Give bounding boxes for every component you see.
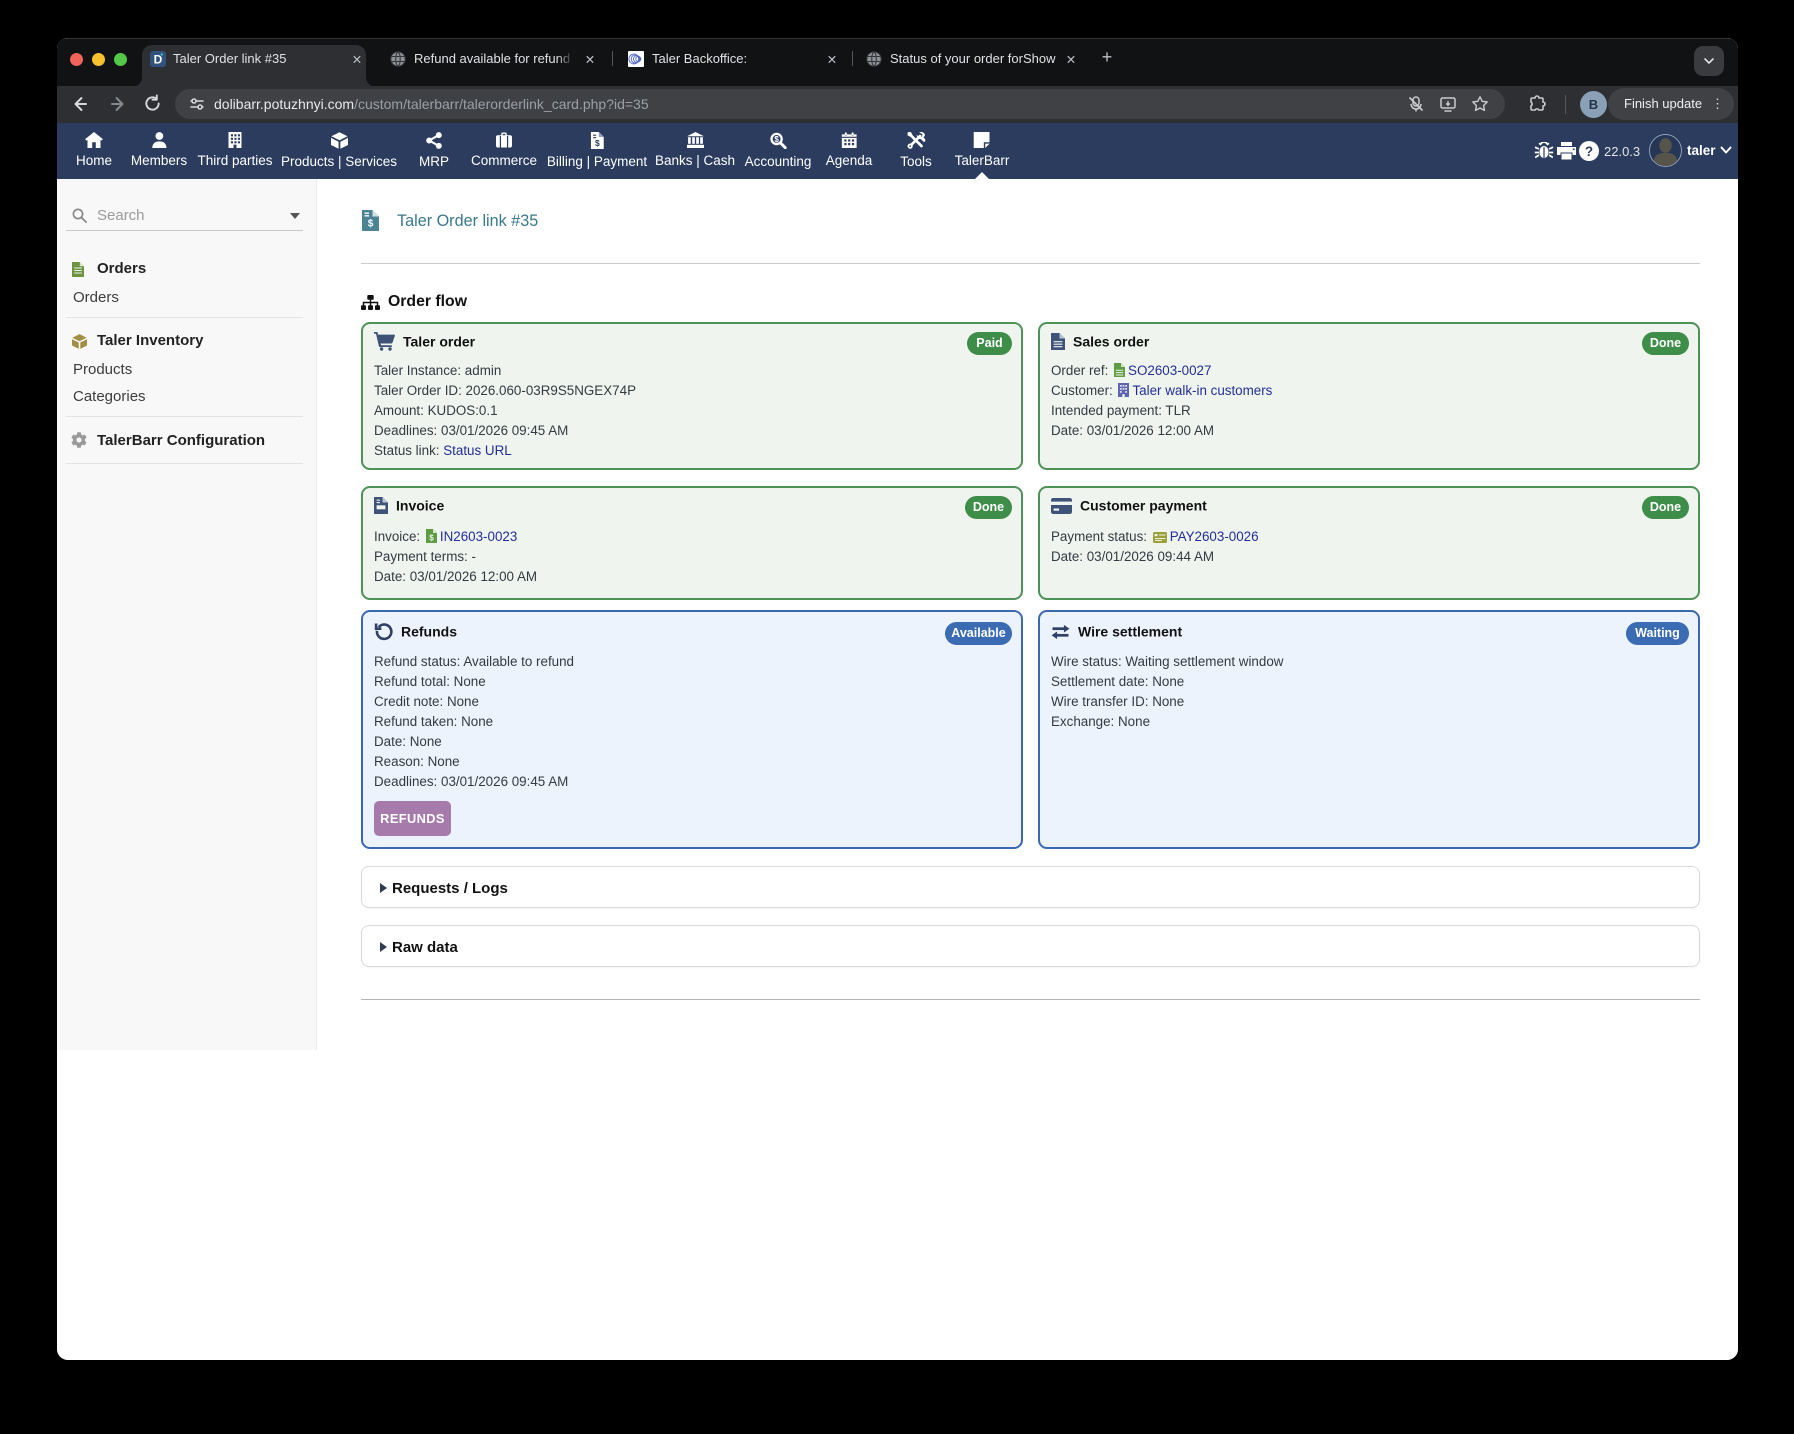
svg-text:$: $	[774, 135, 779, 144]
svg-text:$: $	[368, 219, 374, 230]
svg-text:$: $	[595, 138, 600, 148]
svg-text:$: $	[429, 534, 434, 543]
svg-text:?: ?	[1585, 144, 1593, 159]
